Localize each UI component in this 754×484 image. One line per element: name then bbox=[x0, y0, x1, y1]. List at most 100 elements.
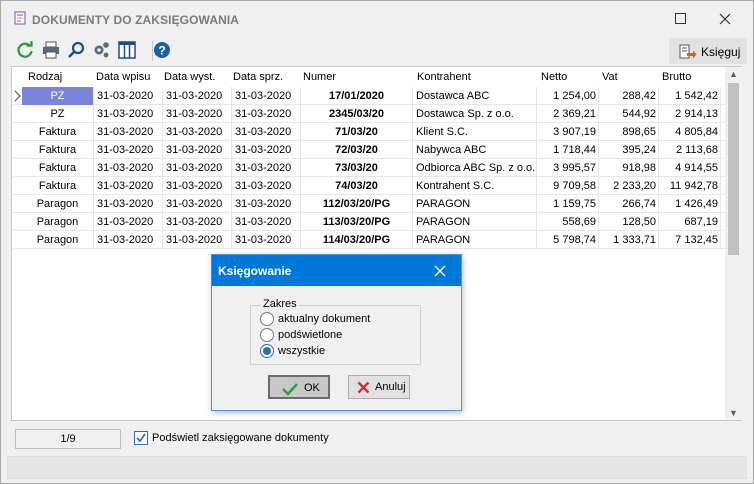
cell-numer[interactable]: 112/03/20/PG bbox=[301, 195, 413, 213]
cell-numer[interactable]: 73/03/20 bbox=[301, 159, 413, 177]
cell-data-wpisu[interactable]: 31-03-2020 bbox=[94, 177, 163, 195]
close-button[interactable] bbox=[715, 9, 735, 29]
cell-brutto[interactable]: 4 805,84 bbox=[659, 123, 721, 141]
cell-data-wyst[interactable]: 31-03-2020 bbox=[163, 177, 232, 195]
table-row[interactable]: PZ 31-03-2020 31-03-2020 31-03-2020 2345/03/… bbox=[12, 105, 725, 123]
cell-vat[interactable]: 2 233,20 bbox=[599, 177, 659, 195]
cell-rodzaj[interactable]: Paragon bbox=[22, 213, 94, 231]
cell-rodzaj[interactable]: Paragon bbox=[22, 195, 94, 213]
cell-data-wyst[interactable]: 31-03-2020 bbox=[163, 123, 232, 141]
cell-data-wpisu[interactable]: 31-03-2020 bbox=[94, 141, 163, 159]
cell-vat[interactable]: 128,50 bbox=[599, 213, 659, 231]
cell-vat[interactable]: 395,24 bbox=[599, 141, 659, 159]
cell-numer[interactable]: 113/03/20/PG bbox=[301, 213, 413, 231]
cell-numer[interactable]: 72/03/20 bbox=[301, 141, 413, 159]
cell-data-wyst[interactable]: 31-03-2020 bbox=[163, 87, 232, 105]
search-icon[interactable] bbox=[66, 40, 86, 60]
cell-brutto[interactable]: 1 542,42 bbox=[659, 87, 721, 105]
cell-rodzaj[interactable]: Paragon bbox=[22, 231, 94, 249]
cell-brutto[interactable]: 2 914,13 bbox=[659, 105, 721, 123]
cell-brutto[interactable]: 2 113,68 bbox=[659, 141, 721, 159]
table-row[interactable]: Paragon 31-03-2020 31-03-2020 31-03-2020 114… bbox=[12, 231, 725, 249]
cell-brutto[interactable]: 4 914,55 bbox=[659, 159, 721, 177]
cell-netto[interactable]: 3 907,19 bbox=[537, 123, 599, 141]
table-row[interactable]: Faktura 31-03-2020 31-03-2020 31-03-2020 72/… bbox=[12, 141, 725, 159]
header-netto[interactable]: Netto bbox=[541, 71, 567, 83]
cell-vat[interactable]: 288,42 bbox=[599, 87, 659, 105]
cell-numer[interactable]: 114/03/20/PG bbox=[301, 231, 413, 249]
ksieguj-button[interactable]: Księguj bbox=[669, 38, 747, 64]
cell-kontrahent[interactable]: PARAGON bbox=[413, 231, 537, 249]
cell-brutto[interactable]: 7 132,45 bbox=[659, 231, 721, 249]
header-data-wpisu[interactable]: Data wpisu bbox=[96, 71, 150, 83]
cell-netto[interactable]: 1 159,75 bbox=[537, 195, 599, 213]
radio-label-wszystkie[interactable]: wszystkie bbox=[278, 345, 325, 357]
radio-label-podswietlone[interactable]: podświetlone bbox=[278, 329, 342, 341]
cell-rodzaj[interactable]: Faktura bbox=[22, 123, 94, 141]
cell-numer[interactable]: 17/01/2020 bbox=[301, 87, 413, 105]
ok-button[interactable]: OK bbox=[268, 375, 330, 399]
header-data-wyst[interactable]: Data wyst. bbox=[164, 71, 215, 83]
cell-netto[interactable]: 1 254,00 bbox=[537, 87, 599, 105]
table-row[interactable]: Faktura 31-03-2020 31-03-2020 31-03-2020 71/… bbox=[12, 123, 725, 141]
cell-kontrahent[interactable]: Kontrahent S.C. bbox=[413, 177, 537, 195]
cell-vat[interactable]: 266,74 bbox=[599, 195, 659, 213]
cell-data-wpisu[interactable]: 31-03-2020 bbox=[94, 87, 163, 105]
cell-rodzaj[interactable]: Faktura bbox=[22, 141, 94, 159]
cell-rodzaj[interactable]: Faktura bbox=[22, 159, 94, 177]
print-icon[interactable] bbox=[41, 40, 61, 60]
cell-vat[interactable]: 918,98 bbox=[599, 159, 659, 177]
radio-label-aktualny-dokument[interactable]: aktualny dokument bbox=[278, 313, 370, 325]
cell-data-sprz[interactable]: 31-03-2020 bbox=[232, 123, 301, 141]
table-row[interactable]: Paragon 31-03-2020 31-03-2020 31-03-2020 112… bbox=[12, 195, 725, 213]
highlight-checkbox[interactable] bbox=[134, 431, 148, 445]
cell-data-wyst[interactable]: 31-03-2020 bbox=[163, 141, 232, 159]
cell-netto[interactable]: 5 798,74 bbox=[537, 231, 599, 249]
cell-data-wpisu[interactable]: 31-03-2020 bbox=[94, 231, 163, 249]
radio-wszystkie[interactable] bbox=[260, 344, 274, 358]
cell-data-sprz[interactable]: 31-03-2020 bbox=[232, 231, 301, 249]
cell-data-sprz[interactable]: 31-03-2020 bbox=[232, 87, 301, 105]
cell-netto[interactable]: 3 995,57 bbox=[537, 159, 599, 177]
cancel-button[interactable]: Anuluj bbox=[348, 375, 410, 399]
cell-rodzaj[interactable]: PZ bbox=[22, 105, 94, 123]
cell-kontrahent[interactable]: PARAGON bbox=[413, 195, 537, 213]
header-brutto[interactable]: Brutto bbox=[662, 71, 691, 83]
cell-data-wpisu[interactable]: 31-03-2020 bbox=[94, 159, 163, 177]
cell-data-sprz[interactable]: 31-03-2020 bbox=[232, 213, 301, 231]
cell-kontrahent[interactable]: Odbiorca ABC Sp. z o.o. bbox=[413, 159, 537, 177]
vertical-scrollbar[interactable]: ▲ ▼ bbox=[725, 67, 742, 420]
cell-kontrahent[interactable]: PARAGON bbox=[413, 213, 537, 231]
cell-rodzaj[interactable]: PZ bbox=[22, 87, 94, 105]
header-rodzaj[interactable]: Rodzaj bbox=[28, 71, 62, 83]
cell-numer[interactable]: 74/03/20 bbox=[301, 177, 413, 195]
cell-data-sprz[interactable]: 31-03-2020 bbox=[232, 195, 301, 213]
cell-brutto[interactable]: 11 942,78 bbox=[659, 177, 721, 195]
cell-brutto[interactable]: 1 426,49 bbox=[659, 195, 721, 213]
cell-numer[interactable]: 71/03/20 bbox=[301, 123, 413, 141]
cell-netto[interactable]: 9 709,58 bbox=[537, 177, 599, 195]
cell-data-wyst[interactable]: 31-03-2020 bbox=[163, 213, 232, 231]
cell-data-wpisu[interactable]: 31-03-2020 bbox=[94, 123, 163, 141]
cell-netto[interactable]: 1 718,44 bbox=[537, 141, 599, 159]
dialog-close-button[interactable] bbox=[430, 261, 450, 281]
cell-data-wyst[interactable]: 31-03-2020 bbox=[163, 195, 232, 213]
table-row[interactable]: PZ 31-03-2020 31-03-2020 31-03-2020 17/01/20… bbox=[12, 87, 725, 105]
maximize-button[interactable] bbox=[670, 9, 690, 29]
table-row[interactable]: Faktura 31-03-2020 31-03-2020 31-03-2020 74/… bbox=[12, 177, 725, 195]
cell-kontrahent[interactable]: Nabywca ABC bbox=[413, 141, 537, 159]
cell-vat[interactable]: 898,65 bbox=[599, 123, 659, 141]
cell-data-sprz[interactable]: 31-03-2020 bbox=[232, 159, 301, 177]
cell-vat[interactable]: 544,92 bbox=[599, 105, 659, 123]
header-numer[interactable]: Numer bbox=[303, 71, 336, 83]
cell-data-wyst[interactable]: 31-03-2020 bbox=[163, 105, 232, 123]
cell-data-wpisu[interactable]: 31-03-2020 bbox=[94, 213, 163, 231]
cell-kontrahent[interactable]: Klient S.C. bbox=[413, 123, 537, 141]
cell-vat[interactable]: 1 333,71 bbox=[599, 231, 659, 249]
highlight-label[interactable]: Podświetl zaksięgowane dokumenty bbox=[152, 432, 329, 444]
cell-data-wyst[interactable]: 31-03-2020 bbox=[163, 159, 232, 177]
scroll-thumb[interactable] bbox=[728, 83, 739, 255]
cell-numer[interactable]: 2345/03/20 bbox=[301, 105, 413, 123]
table-row[interactable]: Paragon 31-03-2020 31-03-2020 31-03-2020 113… bbox=[12, 213, 725, 231]
radio-aktualny-dokument[interactable] bbox=[260, 312, 274, 326]
